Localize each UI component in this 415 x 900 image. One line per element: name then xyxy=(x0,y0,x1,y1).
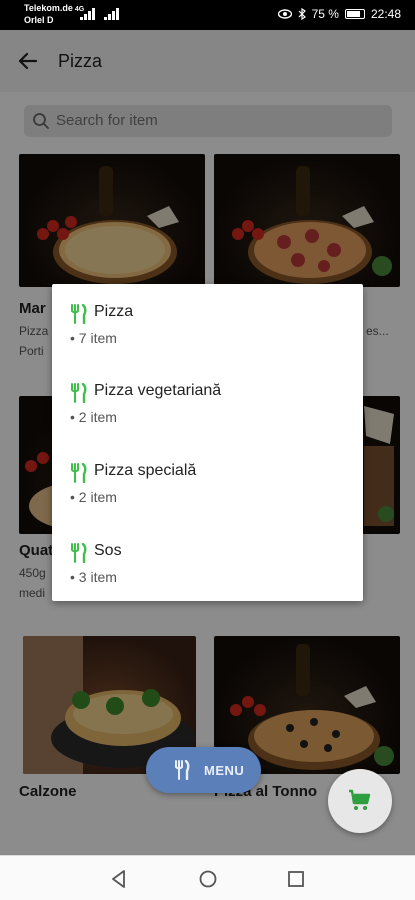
cart-button[interactable] xyxy=(328,769,392,833)
signal-icon xyxy=(80,8,96,20)
back-triangle-icon[interactable] xyxy=(108,868,130,890)
category-name: Sos xyxy=(94,542,122,559)
fork-knife-icon xyxy=(175,760,190,780)
fork-knife-icon xyxy=(71,304,87,324)
category-menu: Pizza • 7 item Pizza vegetariană • 2 ite… xyxy=(52,284,363,601)
clock: 22:48 xyxy=(370,7,401,21)
category-count: • 2 item xyxy=(70,489,117,505)
bluetooth-icon xyxy=(298,8,306,20)
category-name: Pizza vegetariană xyxy=(94,382,222,399)
shopping-cart-icon xyxy=(349,789,371,810)
eye-icon xyxy=(277,9,292,19)
category-item-sos[interactable]: Sos • 3 item xyxy=(70,541,350,601)
status-bar: Telekom.de 4G Orlel D 75 % 22:48 xyxy=(0,0,415,30)
fork-knife-icon xyxy=(71,543,87,563)
menu-button-label: MENU xyxy=(204,763,245,778)
status-right: 75 % 22:48 xyxy=(277,7,401,21)
category-name: Pizza specială xyxy=(94,462,197,479)
category-count: • 2 item xyxy=(70,409,117,425)
home-circle-icon[interactable] xyxy=(197,868,219,890)
recents-square-icon[interactable] xyxy=(285,868,307,890)
fork-knife-icon xyxy=(71,383,87,403)
battery-icon xyxy=(344,9,365,19)
carrier-name: Telekom.de xyxy=(24,3,73,13)
category-item-pizza-vegetariana[interactable]: Pizza vegetariană • 2 item xyxy=(70,381,350,441)
system-nav-bar xyxy=(0,855,415,900)
carrier-info: Telekom.de 4G Orlel D xyxy=(24,3,84,25)
category-item-pizza[interactable]: Pizza • 7 item xyxy=(70,302,350,362)
signal-icon-2 xyxy=(104,8,120,20)
category-name: Pizza xyxy=(94,303,134,320)
fork-knife-icon xyxy=(71,463,87,483)
category-item-pizza-speciala[interactable]: Pizza specială • 2 item xyxy=(70,461,350,521)
category-count: • 3 item xyxy=(70,569,117,585)
battery-percent: 75 % xyxy=(311,7,339,21)
carrier-secondary: Orlel D xyxy=(24,15,54,25)
category-count: • 7 item xyxy=(70,330,117,346)
menu-button[interactable]: MENU xyxy=(146,747,261,793)
